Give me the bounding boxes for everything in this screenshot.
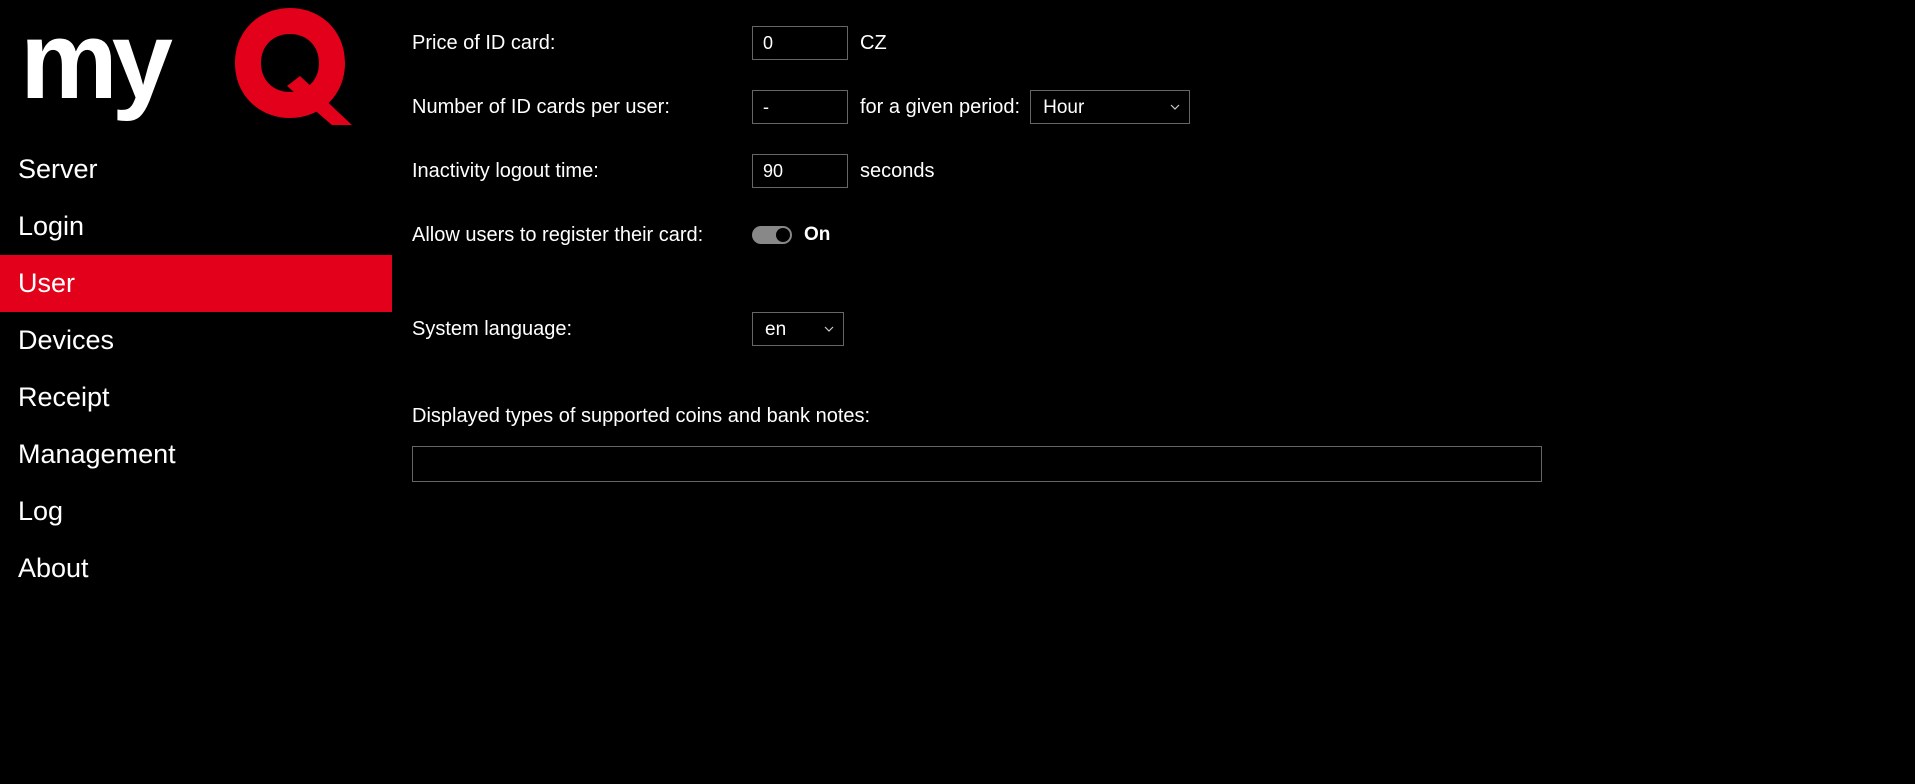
- allow-register-toggle[interactable]: On: [752, 224, 830, 246]
- myq-logo-icon: my: [20, 0, 370, 125]
- sidebar-item-login[interactable]: Login: [0, 198, 392, 255]
- inactivity-input[interactable]: [752, 154, 848, 188]
- period-select[interactable]: Hour: [1030, 90, 1190, 124]
- sidebar-item-server[interactable]: Server: [0, 141, 392, 198]
- coins-input[interactable]: [412, 446, 1542, 482]
- sidebar-nav: Server Login User Devices Receipt Manage…: [0, 141, 392, 597]
- sidebar-item-management[interactable]: Management: [0, 426, 392, 483]
- sidebar-item-about[interactable]: About: [0, 540, 392, 597]
- row-price-id-card: Price of ID card: CZ: [412, 25, 1891, 61]
- language-select-wrap: en: [752, 312, 844, 346]
- cards-label: Number of ID cards per user:: [412, 96, 752, 119]
- allow-register-label: Allow users to register their card:: [412, 224, 752, 247]
- toggle-track: [752, 226, 792, 244]
- row-cards-per-user: Number of ID cards per user: for a given…: [412, 89, 1891, 125]
- price-unit: CZ: [860, 32, 887, 55]
- row-inactivity: Inactivity logout time: seconds: [412, 153, 1891, 189]
- language-select[interactable]: en: [752, 312, 844, 346]
- logo: my: [0, 0, 392, 141]
- row-language: System language: en: [412, 311, 1891, 347]
- period-label: for a given period:: [860, 96, 1020, 119]
- price-input[interactable]: [752, 26, 848, 60]
- toggle-state-label: On: [804, 224, 830, 246]
- sidebar-item-log[interactable]: Log: [0, 483, 392, 540]
- sidebar-item-devices[interactable]: Devices: [0, 312, 392, 369]
- sidebar: my Server Login User Devices Receipt Man…: [0, 0, 392, 784]
- main-content: Price of ID card: CZ Number of ID cards …: [392, 0, 1915, 784]
- coins-label: Displayed types of supported coins and b…: [412, 405, 1891, 428]
- price-label: Price of ID card:: [412, 32, 752, 55]
- period-select-wrap: Hour: [1030, 90, 1190, 124]
- svg-text:my: my: [20, 0, 173, 122]
- language-label: System language:: [412, 318, 752, 341]
- sidebar-item-receipt[interactable]: Receipt: [0, 369, 392, 426]
- inactivity-unit: seconds: [860, 160, 935, 183]
- cards-input[interactable]: [752, 90, 848, 124]
- row-allow-register: Allow users to register their card: On: [412, 217, 1891, 253]
- toggle-thumb: [776, 228, 790, 242]
- inactivity-label: Inactivity logout time:: [412, 160, 752, 183]
- sidebar-item-user[interactable]: User: [0, 255, 392, 312]
